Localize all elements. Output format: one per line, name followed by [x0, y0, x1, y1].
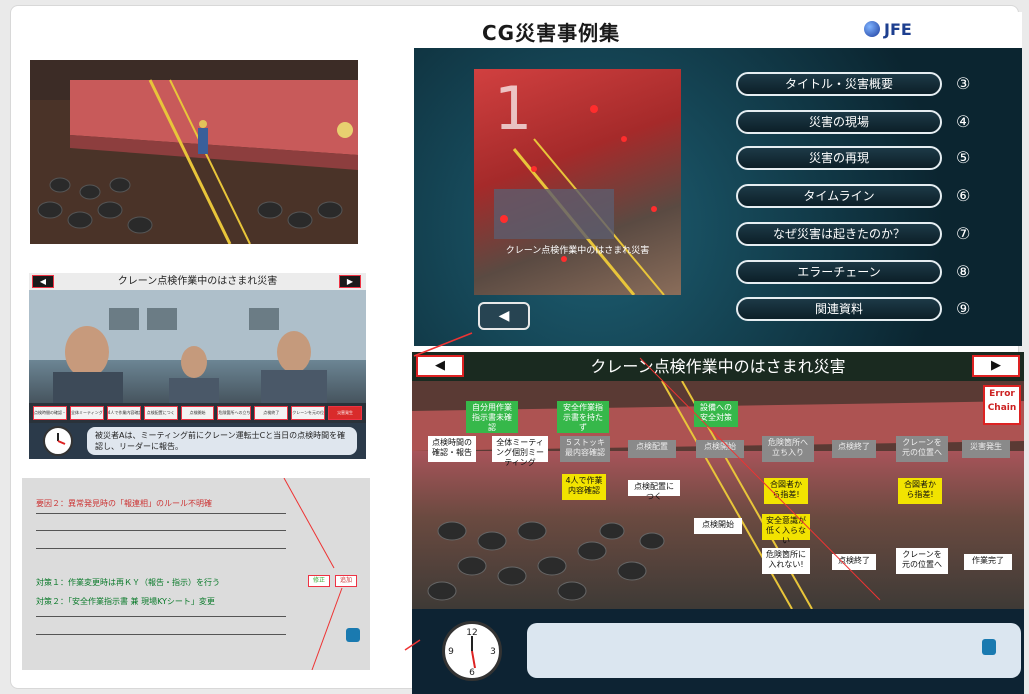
panel-connector-lines	[404, 332, 881, 651]
